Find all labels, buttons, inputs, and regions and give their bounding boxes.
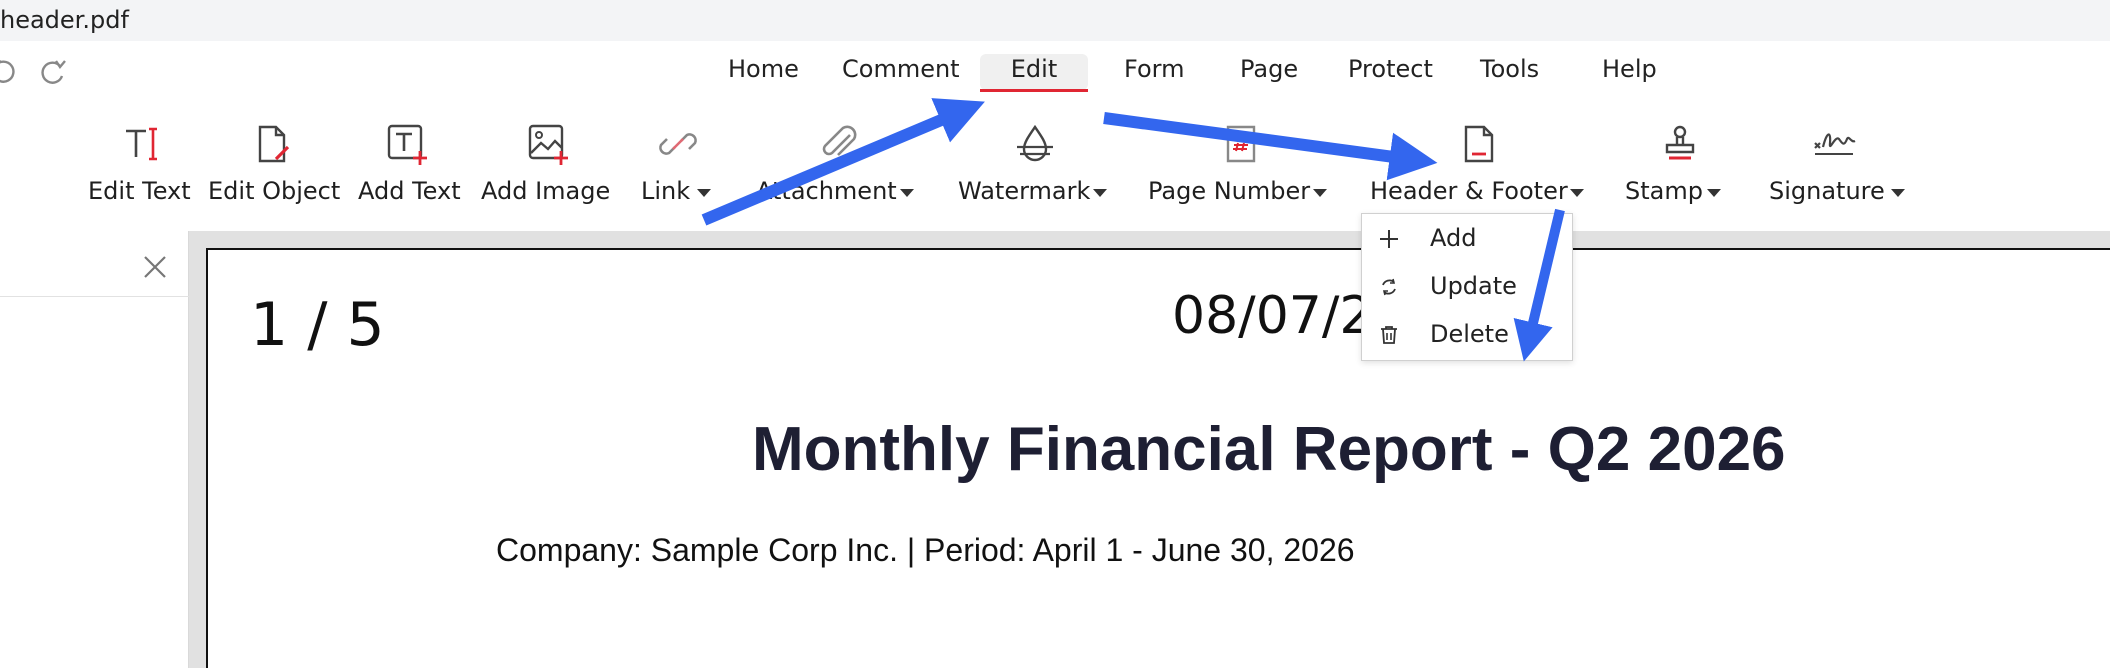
page-number-icon (1218, 121, 1264, 167)
side-panel (0, 231, 189, 668)
header-footer-icon (1456, 121, 1502, 167)
stamp-icon (1657, 121, 1703, 167)
link-caret-icon (697, 189, 711, 197)
dropdown-delete-label: Delete (1430, 320, 1509, 348)
header-footer-dropdown: Add Update Delete (1361, 213, 1573, 361)
document-subtitle: Company: Sample Corp Inc. | Period: Apri… (496, 532, 1355, 568)
signature-label: Signature (1769, 177, 1885, 205)
header-footer-caret-icon (1570, 189, 1584, 197)
edit-text-label: Edit Text (88, 177, 191, 205)
close-icon[interactable] (141, 253, 169, 281)
header-footer-label: Header & Footer (1370, 177, 1568, 205)
menu-help[interactable]: Help (1602, 54, 1657, 90)
add-text-label: Add Text (358, 177, 461, 205)
add-image-icon (525, 121, 571, 167)
work-area: 1 / 5 08/07/2026 Monthly Financial Repor… (0, 231, 2110, 668)
window-title: header.pdf (0, 6, 129, 34)
attachment-label: Attachment (756, 177, 897, 205)
menu-edit[interactable]: Edit (980, 54, 1088, 92)
paperclip-icon (816, 121, 862, 167)
menu-bar: Home Comment Edit Form Page Protect Tool… (0, 41, 2110, 101)
link-icon (655, 121, 701, 167)
stamp-caret-icon (1707, 189, 1721, 197)
menu-protect[interactable]: Protect (1348, 54, 1433, 90)
page-counter: 1 / 5 (250, 290, 385, 360)
watermark-icon (1012, 121, 1058, 167)
plus-icon (1378, 228, 1400, 250)
page-number-label: Page Number (1148, 177, 1311, 205)
menu-tools[interactable]: Tools (1480, 54, 1539, 90)
stamp-label: Stamp (1625, 177, 1703, 205)
menu-comment[interactable]: Comment (842, 54, 960, 90)
dropdown-item-update[interactable]: Update (1362, 264, 1572, 310)
watermark-caret-icon (1093, 189, 1107, 197)
redo-icon[interactable] (36, 53, 70, 87)
pdf-page[interactable]: 1 / 5 08/07/2026 Monthly Financial Repor… (206, 248, 2110, 668)
dropdown-update-label: Update (1430, 272, 1517, 300)
menu-form[interactable]: Form (1124, 54, 1184, 90)
refresh-icon (1378, 276, 1400, 298)
page-number-caret-icon (1313, 189, 1327, 197)
watermark-label: Watermark (958, 177, 1091, 205)
trash-icon (1378, 324, 1400, 346)
edit-toolbar: Edit Text Edit Object Add Text Add Image… (0, 101, 2110, 231)
add-text-icon (384, 121, 430, 167)
signature-icon (1811, 121, 1857, 167)
side-panel-header (0, 231, 189, 297)
menu-home[interactable]: Home (728, 54, 799, 90)
dropdown-add-label: Add (1430, 224, 1477, 252)
link-label: Link (641, 177, 691, 205)
attachment-caret-icon (900, 189, 914, 197)
document-title: Monthly Financial Report - Q2 2026 (752, 415, 1786, 484)
menu-page[interactable]: Page (1240, 54, 1298, 90)
edit-object-icon (250, 121, 296, 167)
dropdown-item-add[interactable]: Add (1362, 216, 1572, 262)
edit-object-label: Edit Object (208, 177, 341, 205)
title-bar: header.pdf (0, 0, 2110, 41)
dropdown-item-delete[interactable]: Delete (1362, 312, 1572, 358)
add-image-label: Add Image (481, 177, 611, 205)
undo-icon[interactable] (0, 53, 20, 87)
edit-text-icon (120, 121, 166, 167)
signature-caret-icon (1891, 189, 1905, 197)
